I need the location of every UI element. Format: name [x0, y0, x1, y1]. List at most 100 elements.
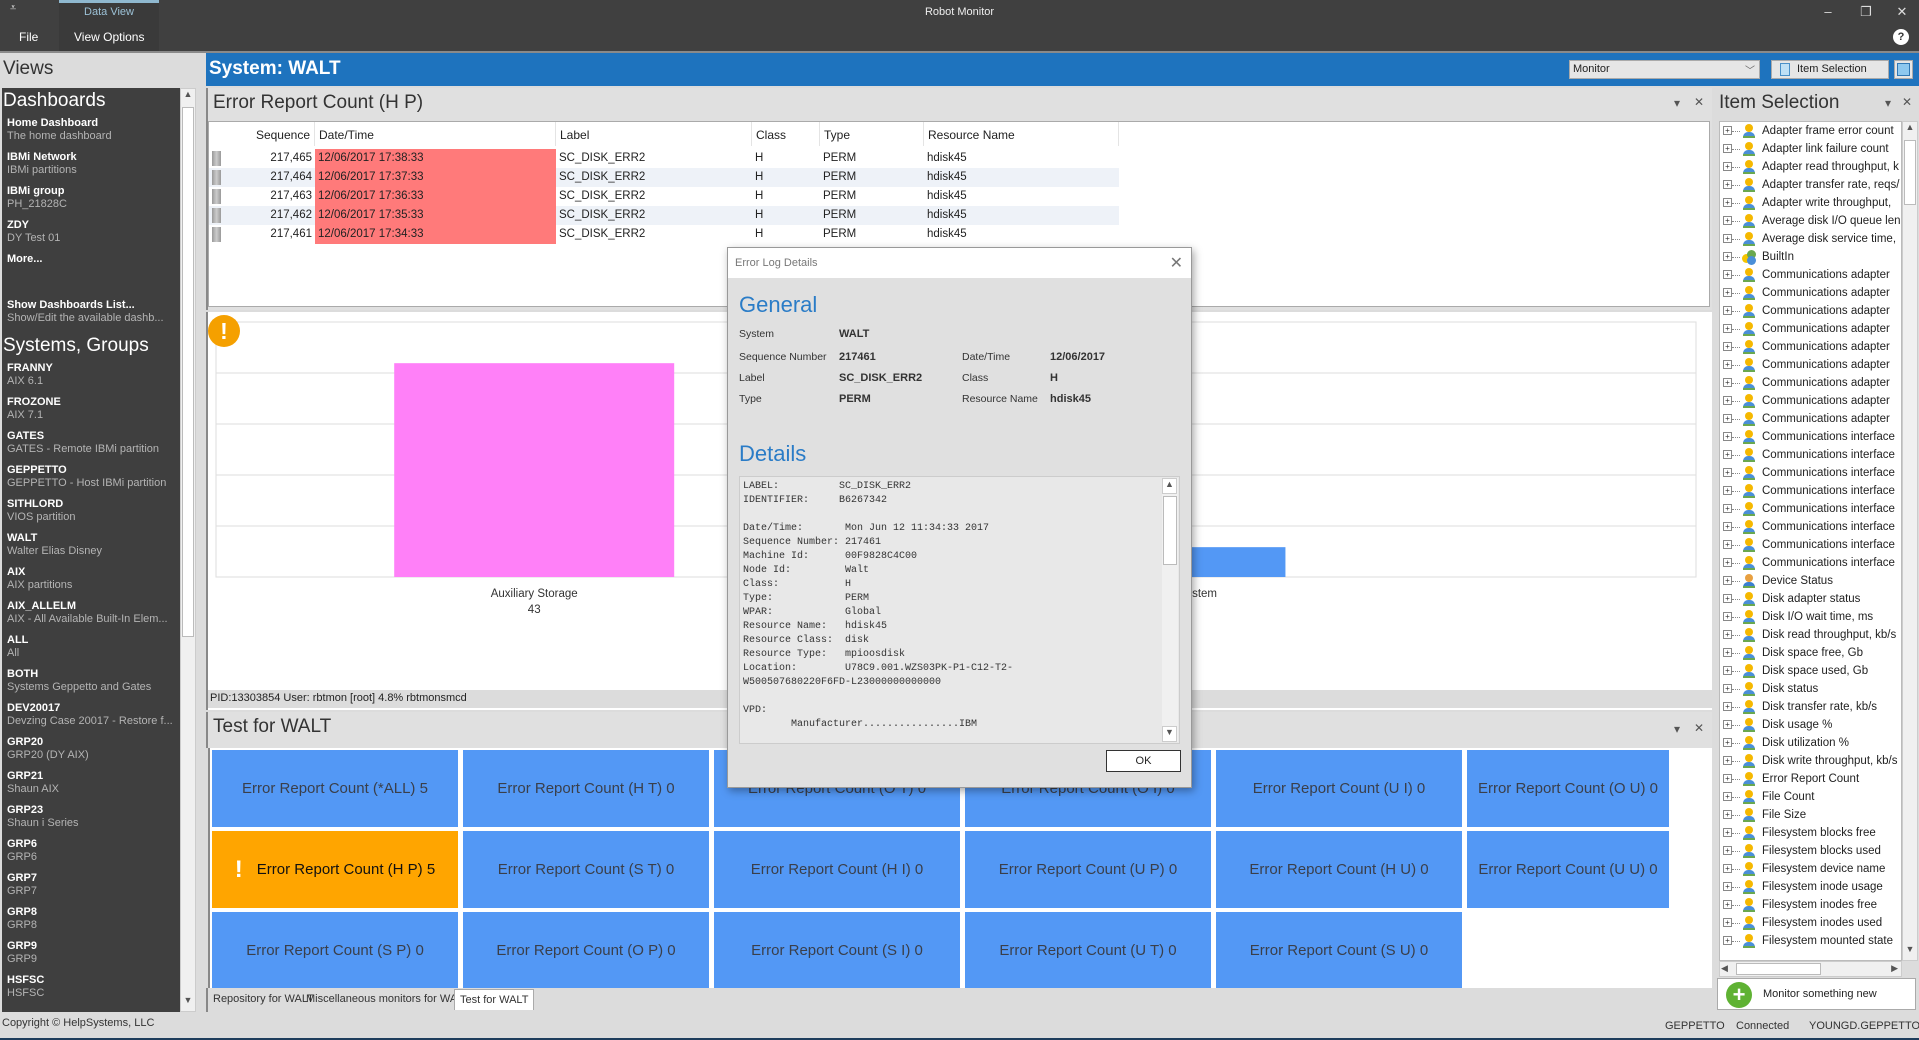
tree-item[interactable]: + Device Status [1720, 572, 1901, 590]
scroll-thumb[interactable] [182, 107, 194, 637]
expand-icon[interactable]: + [1723, 486, 1732, 495]
table-row[interactable]: 217,465 12/06/2017 17:38:33 SC_DISK_ERR2 H P… [209, 149, 1119, 168]
monitor-tile[interactable]: Error Report Count (S T) 0 [463, 831, 709, 908]
expand-icon[interactable]: + [1723, 216, 1732, 225]
tree-item[interactable]: + Communications interface [1720, 428, 1901, 446]
tree-item[interactable]: + Adapter link failure count [1720, 140, 1901, 158]
sidebar-item-grp23[interactable]: GRP23 Shaun i Series [2, 804, 180, 838]
tree-item[interactable]: + Communications adapter [1720, 320, 1901, 338]
tree-item[interactable]: + Adapter transfer rate, reqs/ [1720, 176, 1901, 194]
tab-miscellaneous-monitors-for-walt[interactable]: Miscellaneous monitors for WALT [301, 989, 474, 1010]
tree-item[interactable]: + Communications adapter [1720, 284, 1901, 302]
tree-item[interactable]: + Communications adapter [1720, 356, 1901, 374]
expand-icon[interactable]: + [1723, 342, 1732, 351]
expand-icon[interactable]: + [1723, 414, 1732, 423]
expand-icon[interactable]: + [1723, 810, 1732, 819]
tree-item[interactable]: + Disk transfer rate, kb/s [1720, 698, 1901, 716]
table-row[interactable]: 217,464 12/06/2017 17:37:33 SC_DISK_ERR2 H P… [209, 168, 1119, 187]
restore-button[interactable]: ❐ [1855, 4, 1877, 20]
show-dashboards-list[interactable]: Show Dashboards List... Show/Edit the av… [2, 299, 180, 333]
details-scrollbar[interactable]: ▲ ▼ [1162, 478, 1178, 742]
column-header-sequence[interactable]: Sequence [209, 122, 315, 146]
monitor-tile[interactable]: Error Report Count (*ALL) 5 [212, 750, 458, 827]
tree-item[interactable]: + Disk utilization % [1720, 734, 1901, 752]
tree-item[interactable]: + Disk space used, Gb [1720, 662, 1901, 680]
ok-button[interactable]: OK [1106, 750, 1181, 772]
tree-item[interactable]: + Average disk service time, [1720, 230, 1901, 248]
column-header-class[interactable]: Class [752, 122, 820, 146]
sidebar-item-gates[interactable]: GATES GATES - Remote IBMi partition [2, 430, 180, 464]
monitor-tile[interactable]: Error Report Count (O P) 0 [463, 912, 709, 989]
monitor-tile[interactable]: Error Report Count (S U) 0 [1216, 912, 1462, 989]
expand-icon[interactable]: + [1723, 630, 1732, 639]
tree-item[interactable]: + Communications adapter [1720, 338, 1901, 356]
expand-icon[interactable]: + [1723, 666, 1732, 675]
sidebar-item-grp20[interactable]: GRP20 GRP20 (DY AIX) [2, 736, 180, 770]
scroll-thumb[interactable] [1163, 496, 1177, 565]
tree-item[interactable]: + File Count [1720, 788, 1901, 806]
scroll-down-icon[interactable]: ▼ [1903, 944, 1917, 960]
tree-item[interactable]: + Filesystem blocks used [1720, 842, 1901, 860]
panel-close-icon[interactable]: ✕ [1694, 95, 1704, 109]
expand-icon[interactable]: + [1723, 234, 1732, 243]
table-row[interactable]: 217,462 12/06/2017 17:35:33 SC_DISK_ERR2 H P… [209, 206, 1119, 225]
scroll-thumb[interactable] [1904, 140, 1916, 205]
expand-icon[interactable]: + [1723, 756, 1732, 765]
tree-vertical-scrollbar[interactable]: ▲ ▼ [1902, 121, 1918, 961]
sidebar-item-grp7[interactable]: GRP7 GRP7 [2, 872, 180, 906]
menu-view-options[interactable]: View Options [74, 30, 144, 44]
panel-menu-icon[interactable]: ▾ [1885, 96, 1891, 110]
tree-item[interactable]: + Disk read throughput, kb/s [1720, 626, 1901, 644]
expand-icon[interactable]: + [1723, 288, 1732, 297]
tree-item[interactable]: + Disk status [1720, 680, 1901, 698]
tree-item[interactable]: + Communications interface [1720, 446, 1901, 464]
monitor-tile[interactable]: Error Report Count (H T) 0 [463, 750, 709, 827]
expand-icon[interactable]: + [1723, 162, 1732, 171]
sidebar-item-aix[interactable]: AIX AIX partitions [2, 566, 180, 600]
expand-icon[interactable]: + [1723, 540, 1732, 549]
tree-item[interactable]: + Communications adapter [1720, 392, 1901, 410]
tree-item[interactable]: + Filesystem device name [1720, 860, 1901, 878]
tree-item[interactable]: + Communications adapter [1720, 266, 1901, 284]
sidebar-item-more[interactable]: More... [2, 253, 180, 287]
tree-item[interactable]: + Filesystem inodes free [1720, 896, 1901, 914]
sidebar-item-geppetto[interactable]: GEPPETTO GEPPETTO - Host IBMi partition [2, 464, 180, 498]
expand-icon[interactable]: + [1723, 918, 1732, 927]
scroll-down-icon[interactable]: ▼ [181, 995, 195, 1011]
monitor-tile[interactable]: Error Report Count (U U) 0 [1467, 831, 1669, 908]
monitor-tile[interactable]: Error Report Count (H I) 0 [714, 831, 960, 908]
expand-icon[interactable]: + [1723, 936, 1732, 945]
monitor-tile[interactable]: ! Error Report Count (H P) 5 [212, 831, 458, 908]
expand-icon[interactable]: + [1723, 792, 1732, 801]
scroll-up-icon[interactable]: ▲ [1903, 122, 1917, 138]
expand-icon[interactable]: + [1723, 396, 1732, 405]
expand-icon[interactable]: + [1723, 522, 1732, 531]
sidebar-item-grp6[interactable]: GRP6 GRP6 [2, 838, 180, 872]
sidebar-item-grp21[interactable]: GRP21 Shaun AIX [2, 770, 180, 804]
expand-icon[interactable]: + [1723, 594, 1732, 603]
close-button[interactable]: ✕ [1891, 4, 1913, 20]
expand-icon[interactable]: + [1723, 774, 1732, 783]
tree-horizontal-scrollbar[interactable]: ◀ ▶ [1719, 961, 1902, 977]
expand-icon[interactable]: + [1723, 126, 1732, 135]
sidebar-item-zdy[interactable]: ZDY DY Test 01 [2, 219, 180, 253]
tree-item[interactable]: + Filesystem inode usage [1720, 878, 1901, 896]
expand-icon[interactable]: + [1723, 450, 1732, 459]
scroll-left-icon[interactable]: ◀ [1721, 963, 1728, 974]
sidebar-item-ibmi-network[interactable]: IBMi Network IBMi partitions [2, 151, 180, 185]
tree-item[interactable]: + BuiltIn [1720, 248, 1901, 266]
tree-item[interactable]: + Disk usage % [1720, 716, 1901, 734]
expand-icon[interactable]: + [1723, 900, 1732, 909]
expand-icon[interactable]: + [1723, 324, 1732, 333]
tree-item[interactable]: + Adapter write throughput, [1720, 194, 1901, 212]
tree-item[interactable]: + Communications interface [1720, 464, 1901, 482]
monitor-tile[interactable]: Error Report Count (O U) 0 [1467, 750, 1669, 827]
table-row[interactable]: 217,463 12/06/2017 17:36:33 SC_DISK_ERR2 H P… [209, 187, 1119, 206]
column-header-type[interactable]: Type [820, 122, 924, 146]
tree-item[interactable]: + Disk I/O wait time, ms [1720, 608, 1901, 626]
expand-icon[interactable]: + [1723, 648, 1732, 657]
column-header-label[interactable]: Label [556, 122, 752, 146]
sidebar-item-franny[interactable]: FRANNY AIX 6.1 [2, 362, 180, 396]
expand-icon[interactable]: + [1723, 198, 1732, 207]
expand-icon[interactable]: + [1723, 612, 1732, 621]
